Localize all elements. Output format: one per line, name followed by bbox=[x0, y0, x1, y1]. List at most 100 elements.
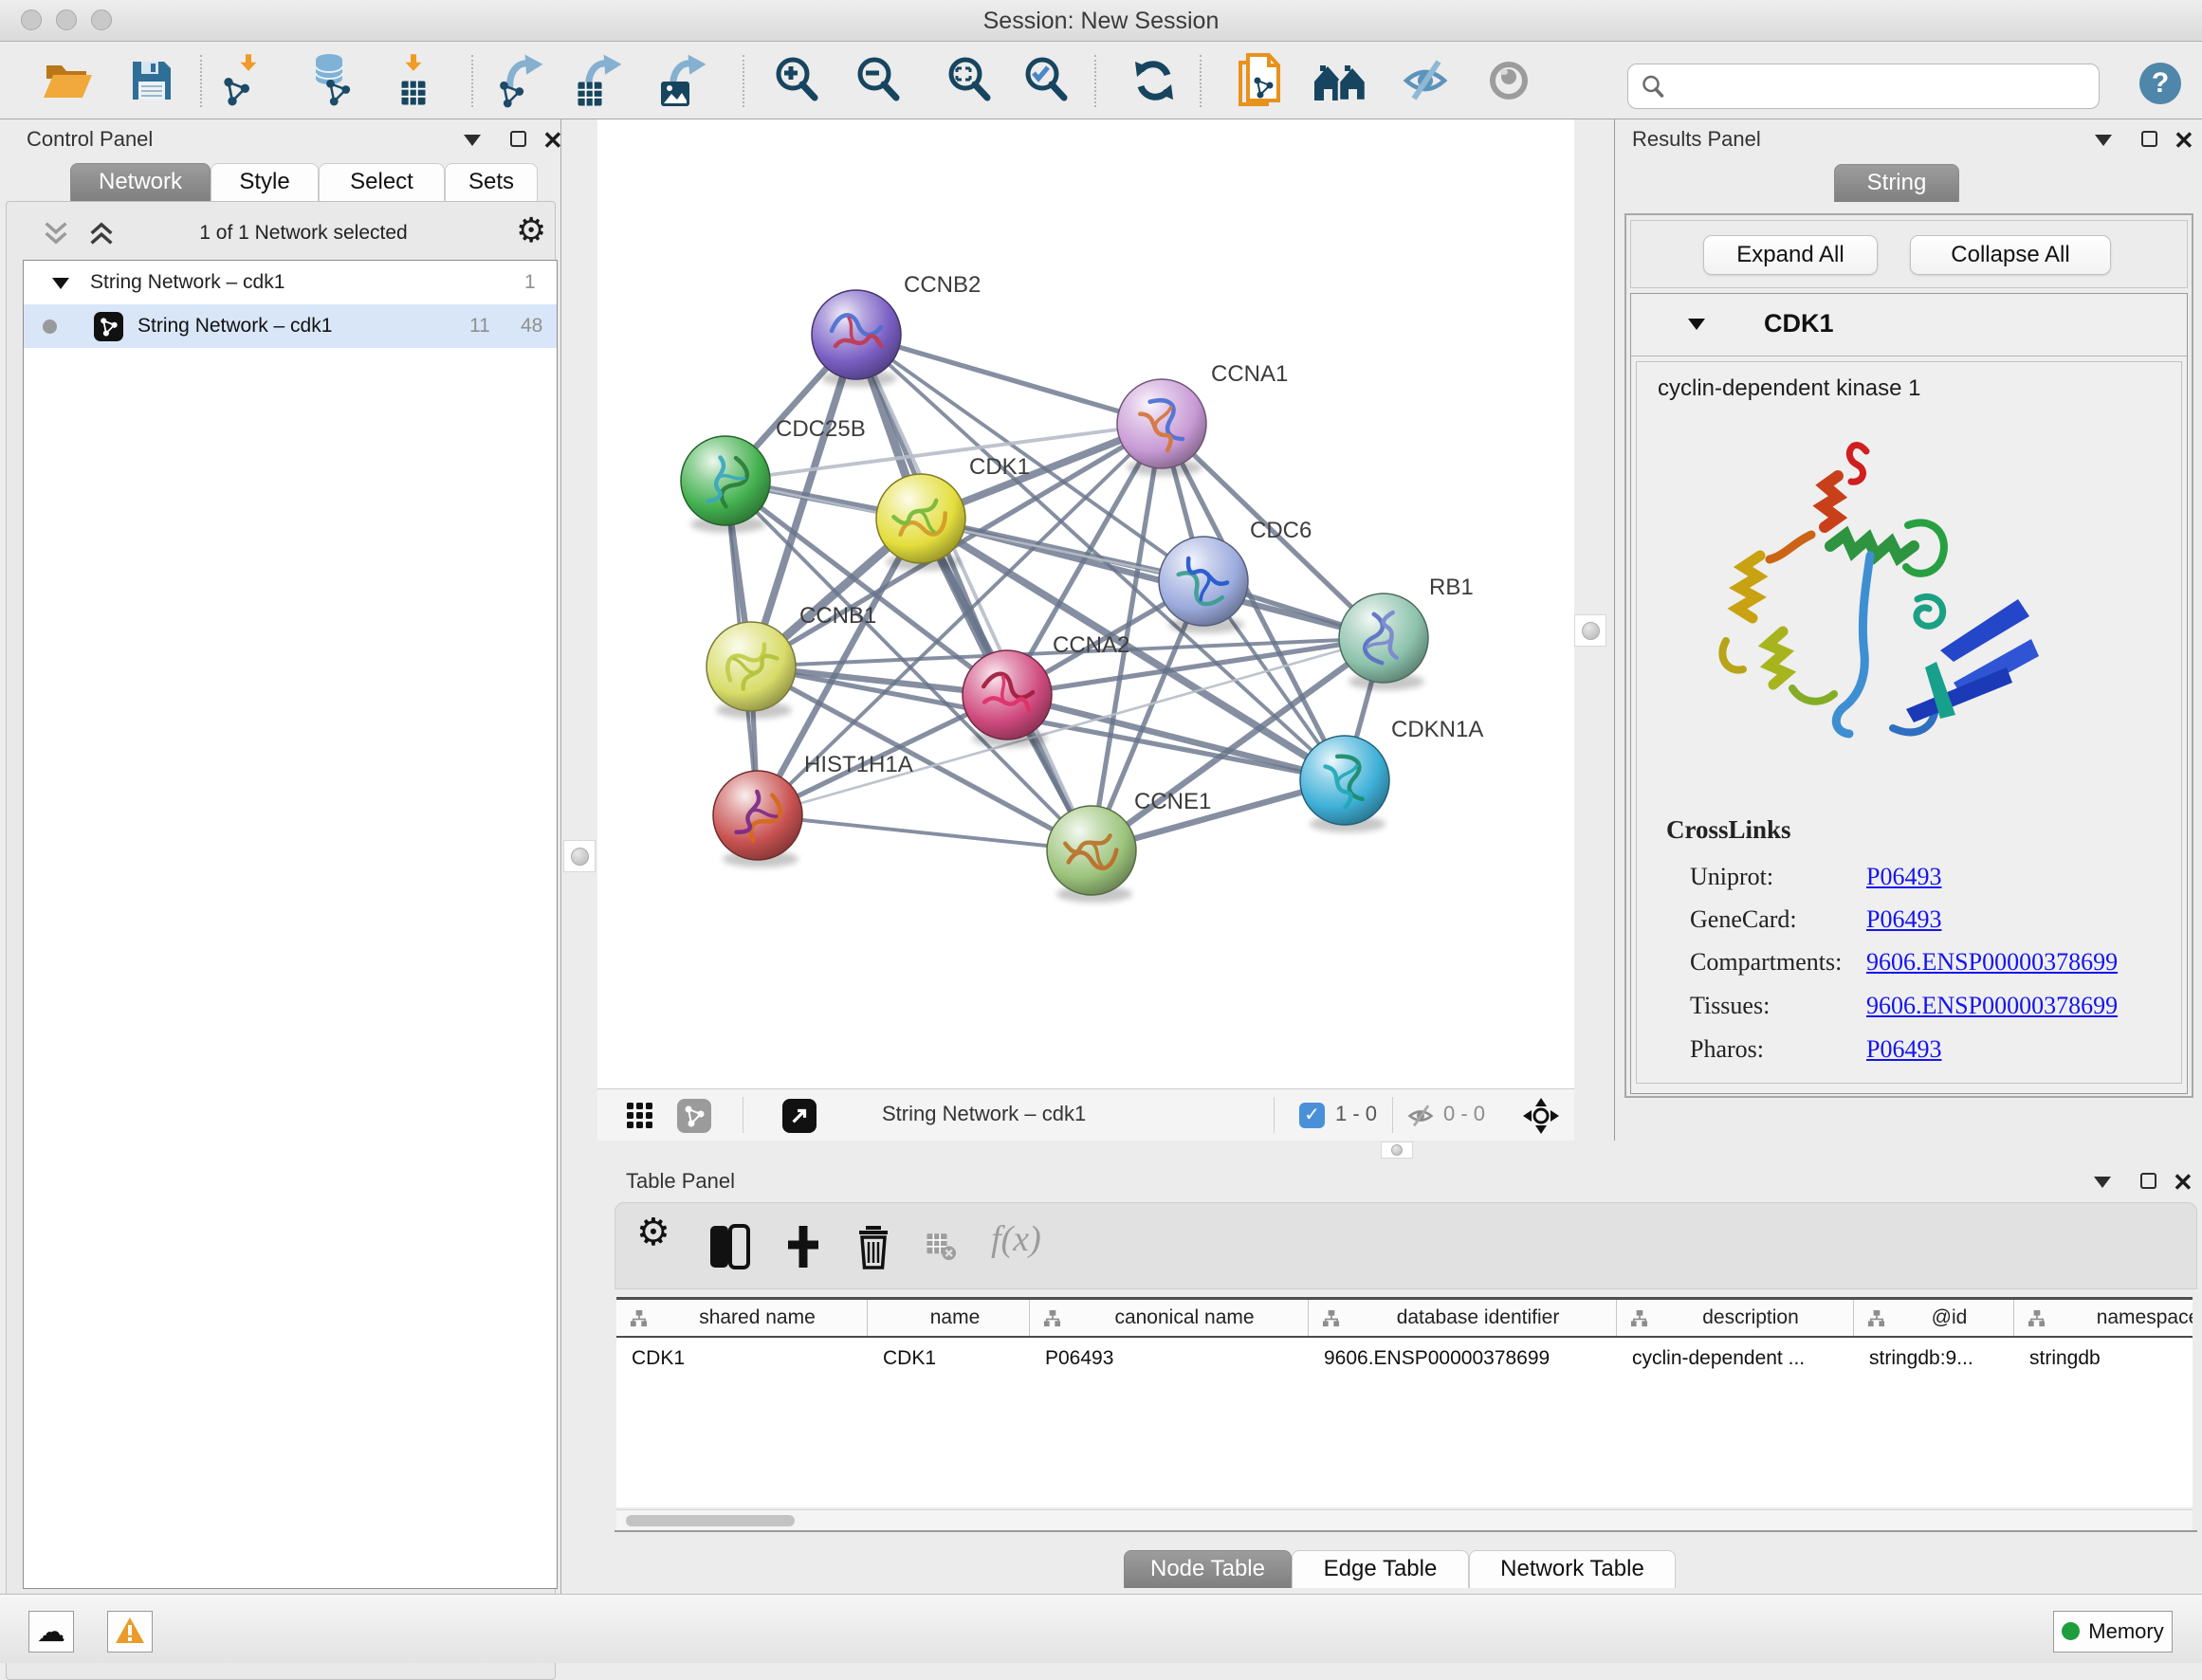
shared-column-icon bbox=[1630, 1309, 1648, 1327]
warnings-button[interactable] bbox=[107, 1611, 153, 1653]
protein-results-list: CDK1 cyclin-dependent kinase 1 bbox=[1630, 293, 2188, 1094]
function-builder-icon[interactable]: f(x) bbox=[991, 1218, 1041, 1260]
collapse-panel-icon[interactable] bbox=[2095, 135, 2112, 146]
network-share-icon[interactable] bbox=[677, 1099, 711, 1133]
table-cell[interactable]: 9606.ENSP00000378699 bbox=[1309, 1338, 1617, 1379]
network-node-HIST1H1A[interactable] bbox=[713, 771, 802, 860]
network-node-CCNB1[interactable] bbox=[706, 622, 796, 711]
crosslink-tissues-link[interactable]: 9606.ENSP00000378699 bbox=[1866, 992, 2118, 1020]
tab-edge-table[interactable]: Edge Table bbox=[1292, 1550, 1469, 1588]
crosslink-compartments-link[interactable]: 9606.ENSP00000378699 bbox=[1866, 948, 2118, 977]
network-tree: String Network – cdk1 1 String Network –… bbox=[23, 260, 558, 1589]
crosslink-pharos-link[interactable]: P06493 bbox=[1866, 1035, 1941, 1064]
network-canvas[interactable]: CCNB2CCNA1CDC25BCDK1CDC6RB1CCNB1CCNA2CDK… bbox=[597, 119, 1574, 1088]
network-node-CCNA1[interactable] bbox=[1117, 379, 1206, 468]
table-cell[interactable]: P06493 bbox=[1030, 1338, 1309, 1379]
left-splitter-handle[interactable] bbox=[563, 840, 596, 872]
memory-status-button[interactable]: Memory bbox=[2053, 1611, 2173, 1653]
export-table-button[interactable] bbox=[572, 53, 629, 110]
table-cell[interactable]: cyclin-dependent ... bbox=[1617, 1338, 1854, 1379]
tab-network[interactable]: Network bbox=[70, 163, 211, 201]
cloud-status-button[interactable]: ☁ bbox=[28, 1611, 74, 1653]
network-node-CDC25B[interactable] bbox=[681, 436, 770, 525]
right-splitter-handle[interactable] bbox=[1574, 614, 1606, 647]
column-header-namespace[interactable]: namespace bbox=[2014, 1300, 2193, 1336]
tab-network-table[interactable]: Network Table bbox=[1469, 1550, 1676, 1588]
network-collection-row[interactable]: String Network – cdk1 1 bbox=[24, 261, 557, 304]
crosslink-uniprot-link[interactable]: P06493 bbox=[1866, 863, 1941, 891]
home-string-icon[interactable] bbox=[1312, 53, 1368, 110]
collapse-panel-icon[interactable] bbox=[2094, 1177, 2111, 1188]
section-caret-icon[interactable] bbox=[1688, 319, 1705, 330]
zoom-out-button[interactable] bbox=[850, 53, 907, 110]
column-header-name[interactable]: name bbox=[868, 1300, 1030, 1336]
protein-section-header[interactable]: CDK1 bbox=[1631, 294, 2187, 356]
zoom-selected-button[interactable] bbox=[1018, 53, 1074, 110]
network-node-CDK1[interactable] bbox=[876, 474, 965, 563]
collapse-panel-icon[interactable] bbox=[464, 135, 481, 146]
delete-column-trash-icon[interactable] bbox=[853, 1224, 894, 1272]
search-input[interactable] bbox=[1674, 68, 2091, 104]
tab-style[interactable]: Style bbox=[211, 163, 319, 201]
close-panel-icon[interactable]: ✕ bbox=[542, 133, 563, 149]
network-node-CCNB2[interactable] bbox=[812, 290, 901, 379]
delete-table-icon[interactable] bbox=[925, 1232, 957, 1265]
network-node-CCNE1[interactable] bbox=[1047, 806, 1136, 895]
import-network-button[interactable] bbox=[218, 53, 275, 110]
fit-content-crosshair-icon[interactable] bbox=[1522, 1097, 1560, 1135]
open-in-new-icon[interactable] bbox=[782, 1099, 817, 1133]
network-row-selected[interactable]: String Network – cdk1 11 48 bbox=[24, 304, 557, 348]
birdseye-grid-icon[interactable] bbox=[626, 1102, 654, 1130]
tab-select[interactable]: Select bbox=[319, 163, 445, 201]
horizontal-splitter-handle[interactable] bbox=[1381, 1141, 1413, 1159]
network-node-CDC6[interactable] bbox=[1159, 537, 1248, 626]
table-settings-gear-icon[interactable]: ⚙ bbox=[636, 1211, 670, 1254]
collapse-all-button[interactable]: Collapse All bbox=[1910, 235, 2111, 275]
collapse-all-networks-icon[interactable] bbox=[42, 220, 70, 247]
refresh-button[interactable] bbox=[1126, 53, 1183, 110]
network-options-gear-icon[interactable]: ⚙ bbox=[516, 210, 546, 250]
hidden-eye-icon[interactable] bbox=[1405, 1103, 1436, 1129]
show-all-eye-icon[interactable] bbox=[1480, 53, 1537, 110]
float-panel-icon[interactable] bbox=[2140, 1173, 2156, 1189]
expand-all-networks-icon[interactable] bbox=[87, 220, 116, 247]
open-session-button[interactable] bbox=[39, 53, 96, 110]
network-edge-CCNB2-CCNA1[interactable] bbox=[856, 335, 1162, 424]
scrollbar-thumb[interactable] bbox=[626, 1515, 795, 1526]
export-network-button[interactable] bbox=[495, 53, 552, 110]
table-cell[interactable]: stringdb bbox=[2014, 1338, 2193, 1379]
tab-node-table[interactable]: Node Table bbox=[1124, 1550, 1292, 1588]
tab-string-results[interactable]: String bbox=[1834, 164, 1959, 202]
column-header-canonical-name[interactable]: canonical name bbox=[1030, 1300, 1309, 1336]
table-cell[interactable]: CDK1 bbox=[868, 1338, 1030, 1379]
table-cell[interactable]: CDK1 bbox=[616, 1338, 868, 1379]
export-image-button[interactable] bbox=[656, 53, 713, 110]
tab-sets[interactable]: Sets bbox=[445, 163, 538, 201]
network-node-CDKN1A[interactable] bbox=[1300, 736, 1389, 825]
column-header-shared-name[interactable]: shared name bbox=[616, 1300, 868, 1336]
column-header--id[interactable]: @id bbox=[1854, 1300, 2014, 1336]
network-node-RB1[interactable] bbox=[1339, 593, 1428, 683]
float-panel-icon[interactable] bbox=[2141, 131, 2157, 147]
zoom-in-button[interactable] bbox=[768, 53, 825, 110]
collection-caret-icon[interactable] bbox=[52, 278, 69, 289]
column-header-description[interactable]: description bbox=[1617, 1300, 1854, 1336]
crosslink-genecard-link[interactable]: P06493 bbox=[1866, 905, 1941, 934]
import-table-button[interactable] bbox=[386, 53, 443, 110]
hide-selected-eye-icon[interactable] bbox=[1397, 53, 1454, 110]
save-session-button[interactable] bbox=[123, 53, 180, 110]
show-columns-icon[interactable] bbox=[708, 1224, 750, 1272]
close-panel-icon[interactable]: ✕ bbox=[2173, 1175, 2193, 1191]
zoom-fit-button[interactable] bbox=[941, 53, 998, 110]
expand-all-button[interactable]: Expand All bbox=[1703, 235, 1878, 275]
close-panel-icon[interactable]: ✕ bbox=[2174, 133, 2194, 149]
add-column-icon[interactable] bbox=[782, 1224, 824, 1272]
network-node-CCNA2[interactable] bbox=[963, 650, 1052, 740]
column-header-database-identifier[interactable]: database identifier bbox=[1309, 1300, 1617, 1336]
float-panel-icon[interactable] bbox=[510, 131, 526, 147]
selected-checkbox-icon[interactable]: ✓ bbox=[1299, 1103, 1325, 1128]
table-cell[interactable]: stringdb:9... bbox=[1854, 1338, 2014, 1379]
first-neighbors-button[interactable] bbox=[1231, 53, 1288, 110]
help-button[interactable]: ? bbox=[2139, 63, 2181, 104]
import-network-from-database-button[interactable] bbox=[303, 53, 359, 110]
